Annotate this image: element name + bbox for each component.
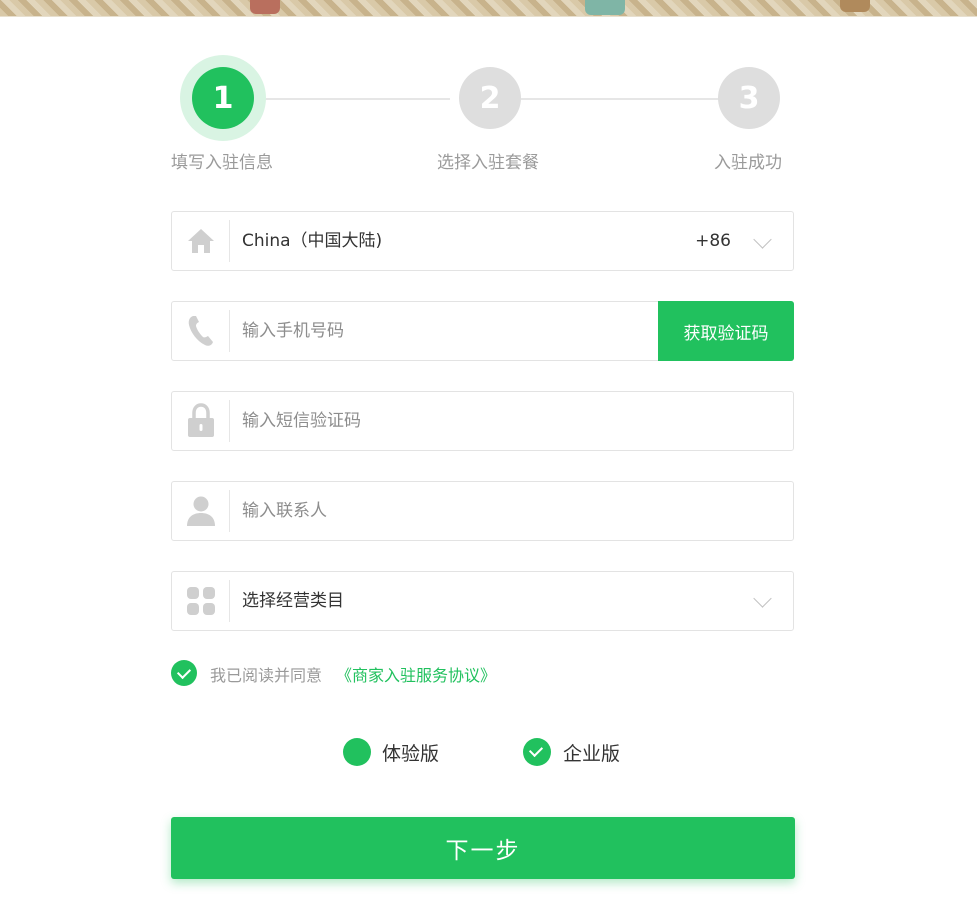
step-3-label: 入驻成功 [714, 153, 782, 173]
phone-icon [172, 302, 229, 360]
enterprise-plan-label[interactable]: 企业版 [563, 739, 620, 766]
field-divider [229, 400, 230, 442]
chevron-down-icon [753, 230, 772, 249]
step-2-circle: 2 [459, 67, 521, 129]
grid-icon [172, 572, 229, 630]
country-value: China（中国大陆) [242, 231, 383, 251]
trial-plan-label[interactable]: 体验版 [382, 739, 439, 766]
country-code: +86 [695, 231, 731, 251]
agreement-text: 我已阅读并同意 [210, 666, 323, 685]
get-code-button[interactable]: 获取验证码 [658, 301, 794, 361]
enterprise-plan-radio[interactable] [523, 738, 551, 766]
step-2-label: 选择入驻套餐 [437, 153, 539, 173]
step-3-circle: 3 [718, 67, 780, 129]
field-divider [229, 220, 230, 262]
sms-code-input[interactable]: 输入短信验证码 [242, 392, 361, 450]
step-1-circle: 1 [192, 67, 254, 129]
top-banner-image [0, 0, 977, 17]
field-divider [229, 310, 230, 352]
contact-field[interactable]: 输入联系人 [171, 481, 794, 541]
next-step-button[interactable]: 下一步 [171, 817, 795, 879]
contact-input[interactable]: 输入联系人 [242, 482, 327, 540]
step-connector [521, 98, 719, 100]
house-icon [172, 212, 229, 270]
step-2-number: 2 [479, 80, 501, 116]
step-3-number: 3 [738, 80, 760, 116]
category-select[interactable]: 选择经营类目 [171, 571, 794, 631]
banner-decoration [250, 0, 280, 14]
lock-icon [172, 392, 229, 450]
phone-input[interactable]: 输入手机号码 [242, 302, 344, 360]
trial-plan-radio[interactable] [343, 738, 371, 766]
step-connector [254, 98, 450, 100]
agreement-checkbox[interactable] [171, 660, 197, 686]
banner-decoration [585, 0, 625, 15]
step-1-number: 1 [212, 80, 234, 116]
category-value: 选择经营类目 [242, 591, 344, 611]
user-icon [172, 482, 229, 540]
phone-field[interactable]: 输入手机号码 获取验证码 [171, 301, 794, 361]
country-select[interactable]: China（中国大陆) +86 [171, 211, 794, 271]
field-divider [229, 490, 230, 532]
chevron-down-icon [753, 589, 772, 608]
agreement-link[interactable]: 《商家入驻服务协议》 [336, 662, 496, 686]
field-divider [229, 580, 230, 622]
sms-code-field[interactable]: 输入短信验证码 [171, 391, 794, 451]
step-1-label: 填写入驻信息 [171, 153, 273, 173]
banner-decoration [840, 0, 870, 12]
